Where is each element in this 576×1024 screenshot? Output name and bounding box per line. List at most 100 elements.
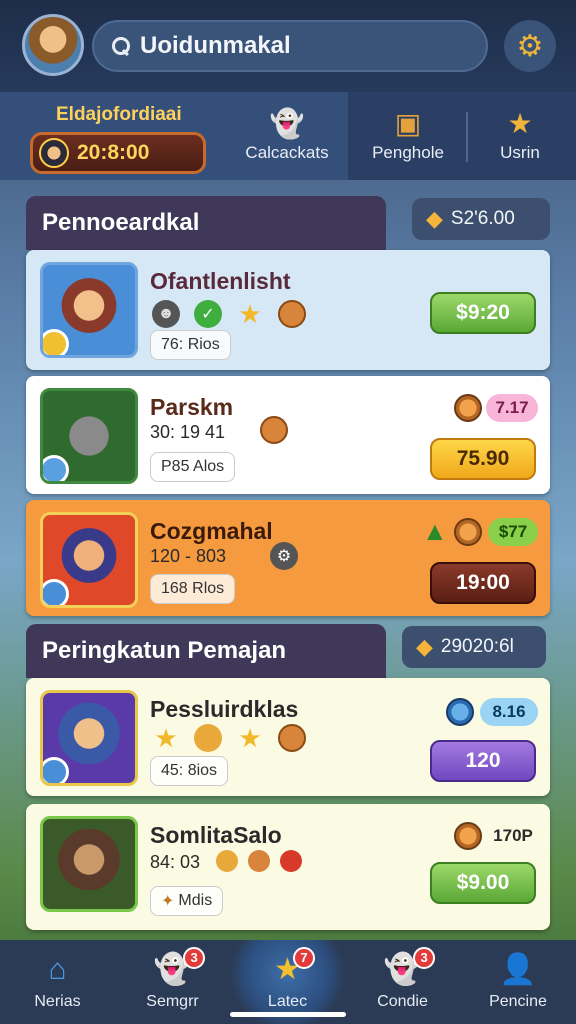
section-total-value: 29020:6l: [440, 636, 514, 657]
reward-chip: $77: [488, 518, 538, 546]
buy-button[interactable]: 19:00: [430, 562, 536, 604]
coin-icon: [278, 724, 306, 752]
gear-icon[interactable]: ⚙: [504, 20, 556, 72]
card-tag: 168 Rlos: [150, 574, 236, 604]
buy-button[interactable]: 75.90: [430, 438, 536, 480]
card-subtitle: 30: 19 41: [150, 422, 226, 442]
stats-label: Eldajofordiaai: [56, 104, 182, 125]
star-icon: ★: [238, 722, 262, 753]
coin-balance[interactable]: 20:8:00: [30, 132, 206, 174]
profile-icon: 👤: [499, 953, 537, 986]
reward-chip: 7.17: [486, 394, 538, 422]
arrow-up-icon: ▲: [422, 516, 448, 546]
notification-badge: 3: [413, 947, 436, 969]
stat-tab-label: Calcackats: [245, 143, 329, 162]
nav-label: Semgrr: [146, 993, 199, 1010]
coin-icon: [454, 394, 482, 422]
buy-button[interactable]: $9:20: [430, 292, 536, 334]
card-tag: ✦ Mdis: [150, 886, 224, 916]
notification-badge: 7: [292, 947, 315, 969]
badge-icon: [43, 455, 69, 481]
star-icon: ★: [507, 108, 533, 139]
card-tag-text: Mdis: [178, 892, 213, 909]
avatar-icon: [39, 138, 69, 168]
badge-icon: [43, 329, 69, 355]
search-text: Uoidunmakal: [140, 32, 291, 59]
buy-button[interactable]: 120: [430, 740, 536, 782]
stat-tab-usrin[interactable]: ★ Usrin: [470, 92, 570, 180]
check-icon: ✓: [194, 300, 222, 328]
section-total-value: S2'6.00: [450, 208, 515, 229]
nav-label: Nerias: [34, 993, 81, 1010]
ghost-icon: 👻: [269, 108, 305, 139]
stat-tab-label: Usrin: [500, 143, 540, 162]
search-icon: [112, 37, 130, 55]
shield-icon: [194, 724, 222, 752]
nav-item-pencine[interactable]: 👤 Pencine: [460, 940, 576, 1024]
card-title: Parskm: [150, 394, 234, 420]
card-subtitle: 84: 03: [150, 852, 201, 872]
mask-icon: ☻: [152, 300, 180, 328]
nav-label: Latec: [267, 993, 308, 1010]
coin-icon: [454, 518, 482, 546]
notification-badge: 3: [183, 947, 206, 969]
buy-button[interactable]: $9.00: [430, 862, 536, 904]
gear-icon: ⚙: [270, 542, 298, 570]
coin-stack-icon: ◆: [416, 634, 433, 659]
coin-icon: [260, 416, 288, 444]
ghost-icon: 👻 3: [154, 947, 206, 987]
cookie-icon: [248, 850, 270, 872]
stat-tab-label: Penghole: [372, 143, 444, 162]
tag-icon: ✦: [161, 893, 175, 910]
card-title: Pessluirdklas: [150, 696, 299, 722]
hero-thumbnail: [40, 690, 138, 786]
card-title: Cozgmahal: [150, 518, 273, 544]
card-subtitle: 120 - 803: [150, 546, 227, 566]
nav-label: Pencine: [489, 993, 547, 1010]
nav-item-semgrr[interactable]: 👻 3 Semgrr: [115, 940, 230, 1024]
card-icons: [216, 850, 302, 872]
badge-icon: [43, 579, 69, 605]
card-title: SomlitaSalo: [150, 822, 282, 848]
badge-icon: [43, 757, 69, 783]
coin-stack-icon: ◆: [426, 206, 443, 231]
hero-thumbnail: [40, 262, 138, 358]
card-tag: P85 Alos: [150, 452, 236, 482]
section-title: Peringkatun Pemajan: [26, 624, 386, 678]
stat-tab-penghole[interactable]: ▣ Penghole: [352, 92, 464, 180]
nav-item-nerias[interactable]: ⌂ Nerias: [0, 940, 115, 1024]
list-item[interactable]: Cozgmahal 120 - 803 ⚙ 168 Rlos ▲ $77 19:…: [26, 500, 550, 616]
section-total: ◆ 29020:6l: [402, 626, 546, 668]
home-indicator[interactable]: [230, 1012, 346, 1017]
stat-tab-calcackats[interactable]: 👻 Calcackats: [226, 92, 348, 180]
list-item[interactable]: Pessluirdklas ★ ★ 45: 8ios 8.16 120: [26, 678, 550, 796]
ghost-icon: 👻 3: [384, 947, 436, 987]
section-title: Pennoeardkal: [26, 196, 386, 250]
card-icons: ★ ★: [152, 722, 306, 753]
card-tag: 45: 8ios: [150, 756, 229, 786]
coin-icon: [278, 300, 306, 328]
gem-icon: [446, 698, 474, 726]
nav-item-condie[interactable]: 👻 3 Condie: [345, 940, 460, 1024]
hero-thumbnail: [40, 816, 138, 912]
hero-thumbnail: [40, 388, 138, 484]
avatar[interactable]: [22, 14, 84, 76]
star-icon: ★ 7: [274, 947, 315, 987]
chest-icon: ▣: [394, 108, 422, 139]
card-icons: ☻ ✓ ★: [152, 299, 306, 329]
list-item[interactable]: SomlitaSalo 84: 03 ✦ Mdis 170P $9.00: [26, 804, 550, 930]
nav-label: Condie: [377, 993, 428, 1010]
hero-thumbnail: [40, 512, 138, 608]
list-item[interactable]: Ofantlenlisht ☻ ✓ ★ 76: Rios $9:20: [26, 250, 550, 370]
card-tag: 76: Rios: [150, 330, 231, 360]
coin-icon: [216, 850, 238, 872]
star-icon: ★: [154, 722, 178, 753]
coin-icon: [454, 822, 482, 850]
list-item[interactable]: Parskm 30: 19 41 P85 Alos 7.17 75.90: [26, 376, 550, 494]
search-input[interactable]: Uoidunmakal: [92, 20, 488, 72]
coin-value: 20:8:00: [77, 141, 150, 164]
home-icon: ⌂: [48, 953, 67, 986]
top-bar: Uoidunmakal ⚙: [0, 0, 576, 92]
section-total: ◆ S2'6.00: [412, 198, 550, 240]
card-title: Ofantlenlisht: [150, 268, 291, 294]
